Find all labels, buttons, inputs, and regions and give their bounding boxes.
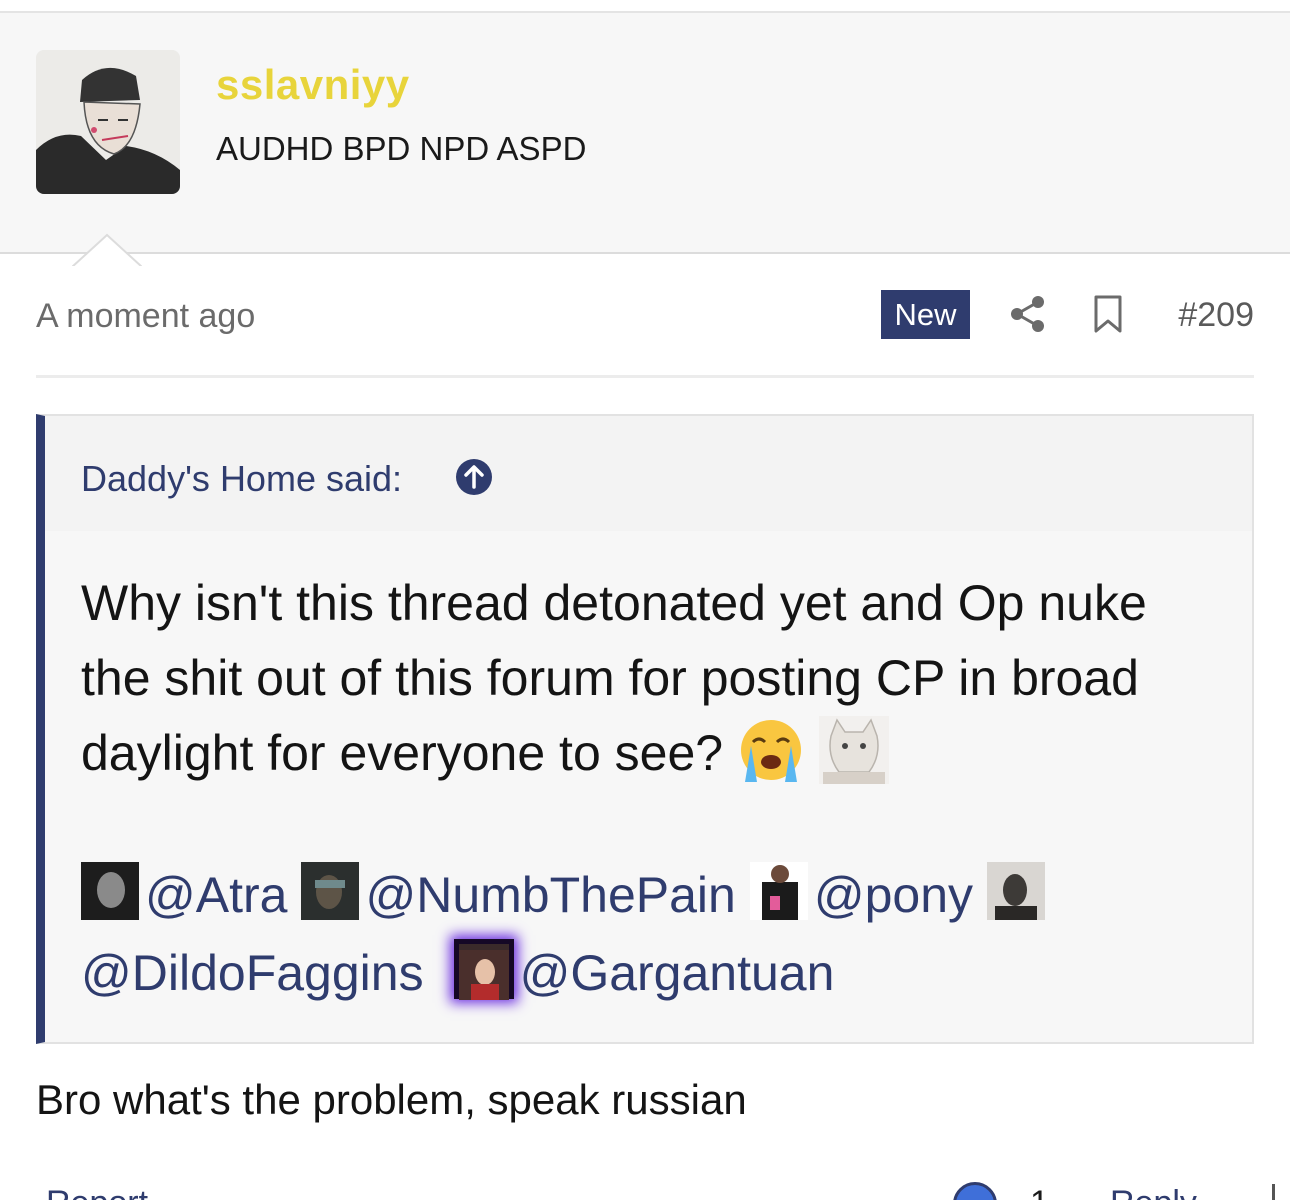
new-badge: New [881,290,970,339]
share-icon[interactable] [1008,294,1048,334]
post-reply-text: Bro what's the problem, speak russian [36,1076,747,1123]
quote-block: Daddy's Home said: Why isn't this thread… [36,414,1254,1044]
meta-divider [36,375,1254,378]
mention-avatar-glow [453,939,514,1000]
post-timestamp[interactable]: A moment ago [36,297,255,336]
mention-avatar [301,862,360,920]
mention-numbthepain[interactable]: @NumbThePain [365,867,735,923]
quote-body: Why isn't this thread detonated yet and … [81,566,1201,791]
quote-text: Why isn't this thread detonated yet and … [81,575,1147,781]
panel-caret [72,233,142,269]
mention-gargantuan[interactable]: @Gargantuan [520,945,835,1001]
bookmark-icon[interactable] [1091,294,1125,334]
loudly-crying-face-icon [740,720,801,782]
avatar[interactable] [36,50,180,194]
arrow-up-circle-icon[interactable] [455,458,493,496]
reaction-count[interactable]: 1 [1030,1184,1049,1200]
user-info-panel: sslavniyy AUDHD BPD NPD ASPD [0,13,1290,269]
crying-cat-icon [818,716,889,784]
quote-header: Daddy's Home said: [45,416,1252,531]
mention-list: @Atra @NumbThePain @pony @DildoFaggins @… [81,856,1221,1012]
username[interactable]: sslavniyy [216,61,410,109]
reply-button[interactable]: Reply [1110,1184,1197,1200]
mention-avatar [987,862,1046,920]
report-link[interactable]: Report [46,1184,148,1200]
post-number[interactable]: #209 [1178,296,1254,335]
user-title: AUDHD BPD NPD ASPD [216,130,587,167]
mention-atra[interactable]: @Atra [145,867,287,923]
mention-avatar [749,862,808,920]
mention-avatar [81,862,139,920]
like-reaction-icon[interactable] [953,1182,997,1200]
mention-dildofaggins[interactable]: @DildoFaggins [81,945,424,1001]
scroll-edge [1272,1184,1275,1200]
mention-pony[interactable]: @pony [814,867,973,923]
quote-author[interactable]: Daddy's Home said: [81,458,402,500]
post-footer: Report 1 Reply [0,1180,1290,1200]
post-meta-row: A moment ago New #209 [36,288,1254,344]
